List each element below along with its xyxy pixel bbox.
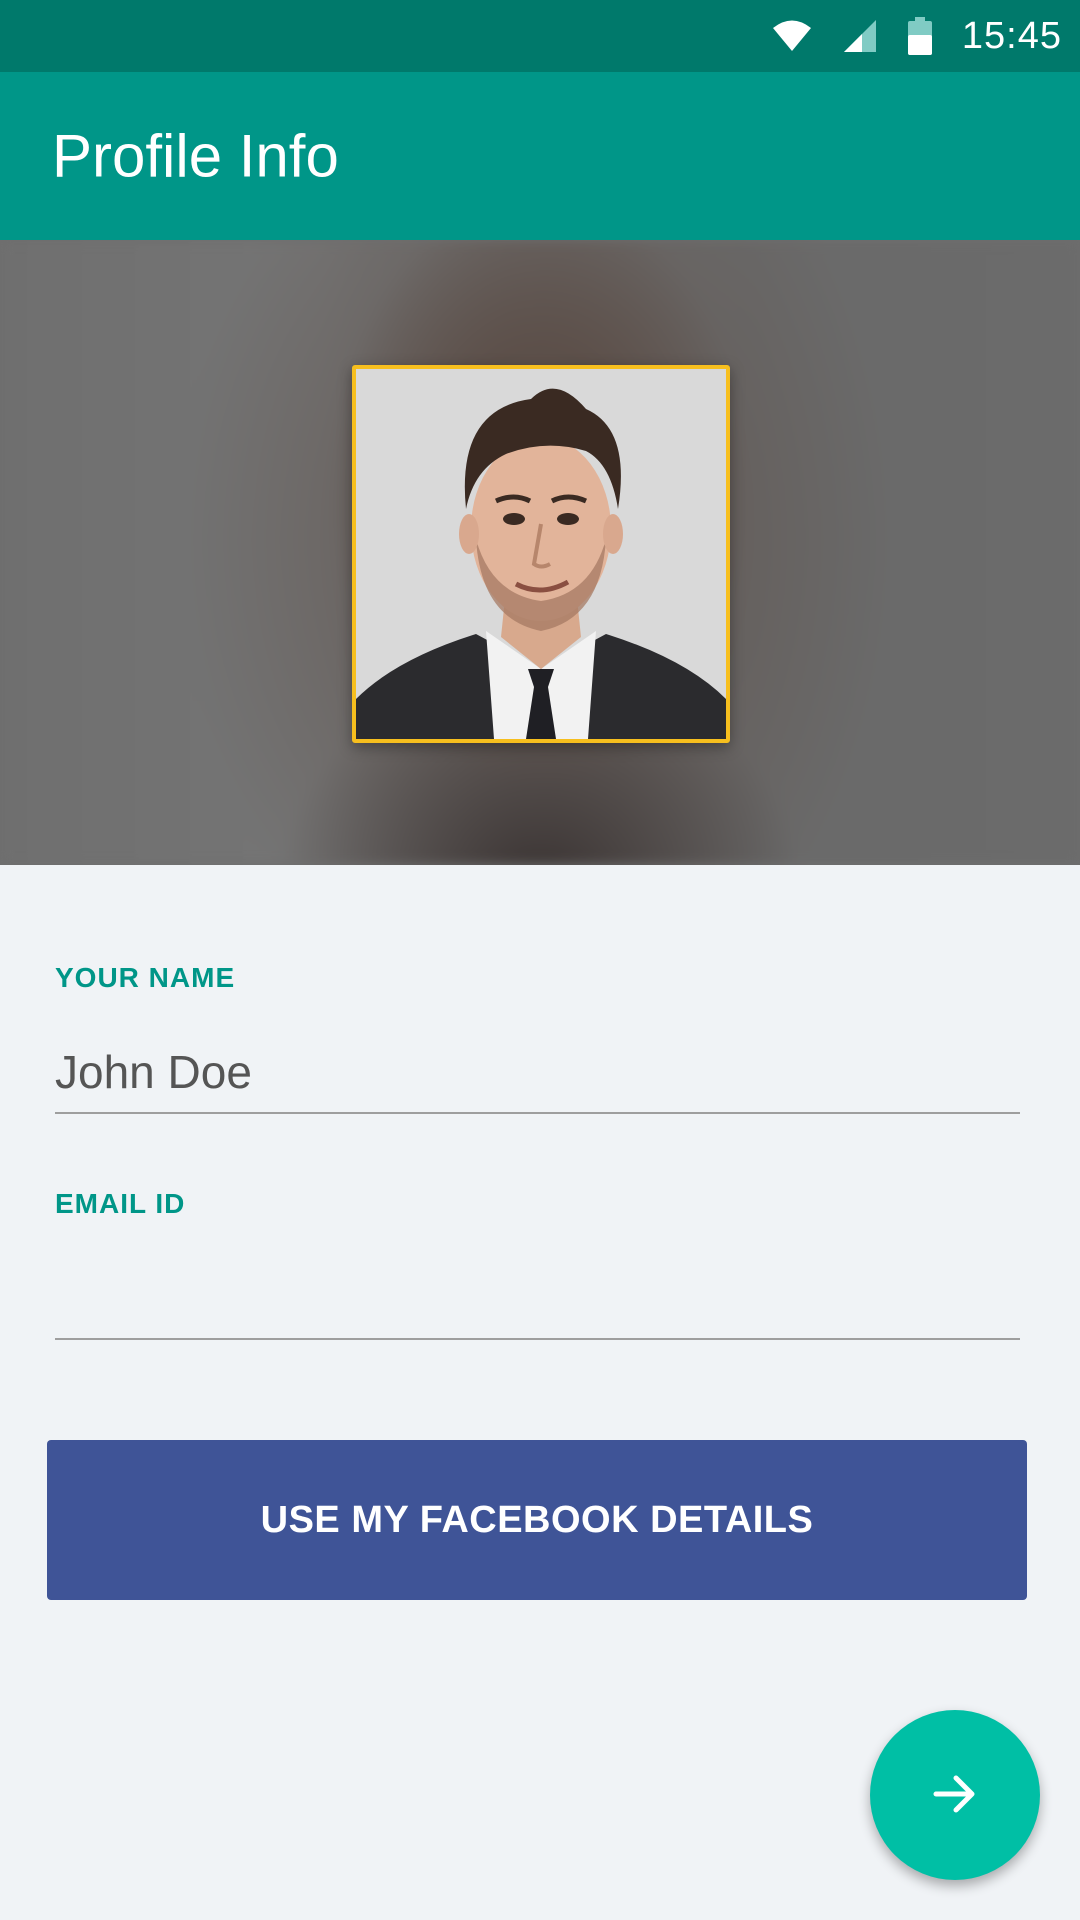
status-icons: 15:45 (772, 0, 1062, 72)
profile-header (0, 240, 1080, 865)
use-facebook-details-button[interactable]: USE MY FACEBOOK DETAILS (47, 1440, 1027, 1600)
name-label: YOUR NAME (55, 962, 236, 993)
profile-photo[interactable] (352, 365, 730, 743)
app-bar: Profile Info (0, 72, 1080, 240)
cell-signal-icon (842, 18, 878, 54)
email-label: EMAIL ID (55, 1188, 186, 1219)
page-title: Profile Info (52, 122, 339, 190)
arrow-right-icon (930, 1769, 980, 1822)
next-button[interactable] (870, 1710, 1040, 1880)
status-bar: 15:45 (0, 0, 1080, 72)
profile-info-screen: 15:45 Profile Info YOUR NAME John Doe EM… (0, 0, 1080, 1920)
wifi-icon (772, 19, 812, 53)
status-time: 15:45 (961, 14, 1062, 57)
name-field[interactable] (55, 1032, 1020, 1114)
email-field[interactable] (55, 1258, 1020, 1340)
battery-icon (907, 17, 932, 55)
